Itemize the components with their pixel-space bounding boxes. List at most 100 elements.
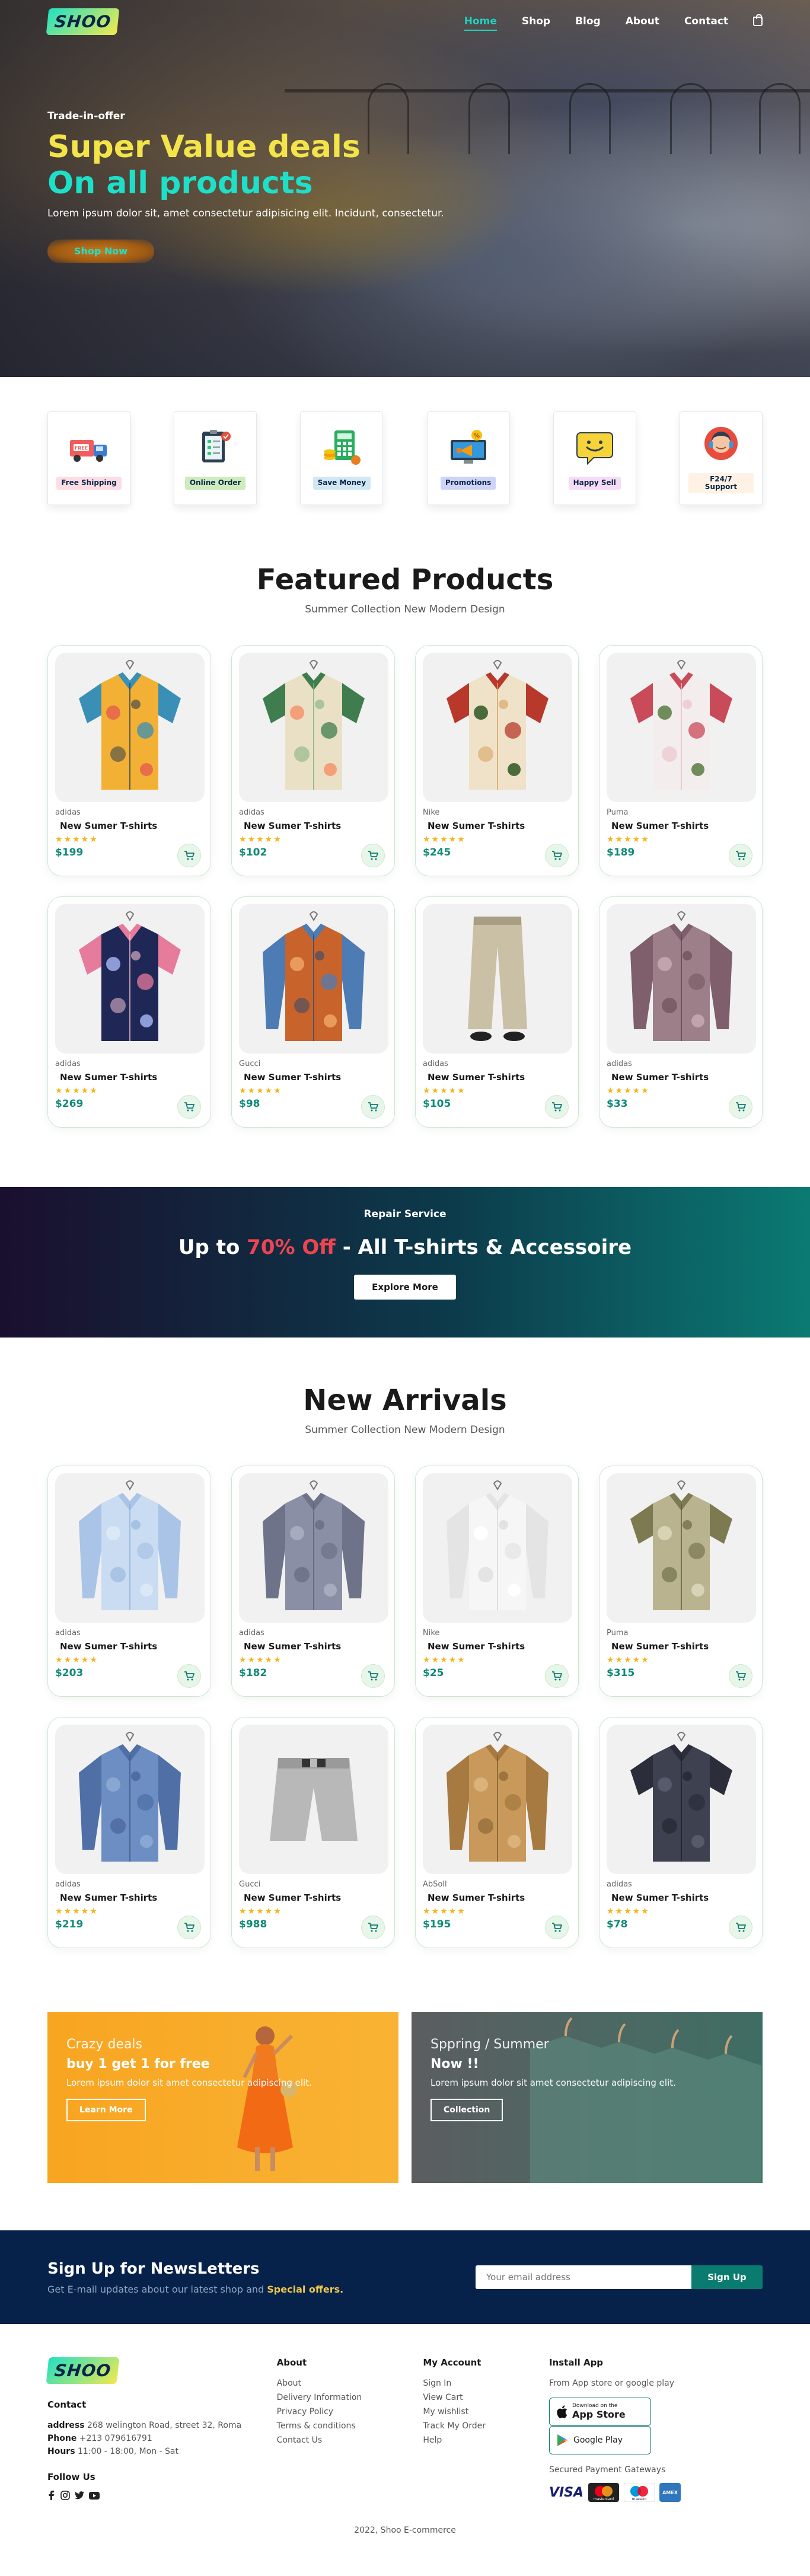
product-image[interactable] <box>55 653 205 802</box>
footer-link-terms[interactable]: Terms & conditions <box>277 2421 419 2431</box>
add-to-cart-button[interactable] <box>729 844 752 867</box>
product-image[interactable] <box>55 1725 205 1874</box>
star-rating-icon: ★★★★★ <box>55 1655 98 1665</box>
product-brand: adidas <box>239 808 264 817</box>
learn-more-button[interactable]: Learn More <box>66 2099 146 2121</box>
nav-link-home[interactable]: Home <box>464 15 498 31</box>
product-card[interactable]: adidas New Sumer T-shirts ★★★★★ $199 <box>47 645 211 876</box>
shop-now-button[interactable]: Shop Now <box>47 240 154 264</box>
repair-service-banner: Repair Service Up to 70% Off - All T-shi… <box>0 1187 810 1338</box>
add-to-cart-button[interactable] <box>177 1916 201 1939</box>
address-value: 268 welington Road, street 32, Roma <box>87 2421 242 2430</box>
cart-icon <box>552 851 562 860</box>
svg-text:%: % <box>474 433 480 439</box>
product-card[interactable]: adidas New Sumer T-shirts ★★★★★ $203 <box>47 1466 211 1697</box>
product-card[interactable]: adidas New Sumer T-shirts ★★★★★ $269 <box>47 896 211 1128</box>
banner-discount: 70% Off <box>247 1236 336 1259</box>
add-to-cart-button[interactable] <box>729 1916 752 1939</box>
facebook-icon[interactable] <box>47 2491 56 2500</box>
explore-more-button[interactable]: Explore More <box>354 1275 456 1300</box>
product-card[interactable]: AbSoll New Sumer T-shirts ★★★★★ $195 <box>415 1717 579 1948</box>
product-card[interactable]: Puma New Sumer T-shirts ★★★★★ $189 <box>599 645 763 876</box>
nav-link-blog[interactable]: Blog <box>575 15 601 27</box>
product-image[interactable] <box>239 904 388 1054</box>
product-card[interactable]: adidas New Sumer T-shirts ★★★★★ $182 <box>231 1466 395 1697</box>
product-image-shirt <box>630 911 732 1041</box>
product-card[interactable]: adidas New Sumer T-shirts ★★★★★ $102 <box>231 645 395 876</box>
footer-link-track-order[interactable]: Track My Order <box>423 2421 545 2431</box>
star-rating-icon: ★★★★★ <box>423 835 466 844</box>
nav-link-shop[interactable]: Shop <box>522 15 550 27</box>
footer-link-view-cart[interactable]: View Cart <box>423 2393 545 2402</box>
feature-happy-sell: Happy Sell <box>553 411 636 505</box>
app-store-badge[interactable]: Download on the App Store <box>548 2398 651 2426</box>
sign-up-button[interactable]: Sign Up <box>691 2265 763 2289</box>
support-agent-icon <box>704 426 738 460</box>
product-image[interactable] <box>239 1725 388 1874</box>
product-card[interactable]: adidas New Sumer T-shirts ★★★★★ $78 <box>599 1717 763 1948</box>
product-image[interactable] <box>239 653 388 802</box>
nav-link-contact[interactable]: Contact <box>684 15 728 27</box>
arrivals-product-grid: adidas New Sumer T-shirts ★★★★★ $203 adi… <box>0 1466 810 1948</box>
footer-logo[interactable]: SHOO <box>46 2357 120 2384</box>
product-image[interactable] <box>607 1473 756 1623</box>
instagram-icon[interactable] <box>60 2491 70 2500</box>
product-image[interactable] <box>423 1473 572 1623</box>
product-card[interactable]: Gucci New Sumer T-shirts ★★★★★ $988 <box>231 1717 395 1948</box>
product-image[interactable] <box>423 653 572 802</box>
footer-link-wishlist[interactable]: My wishlist <box>423 2407 545 2417</box>
add-to-cart-button[interactable] <box>545 1095 569 1119</box>
newsletter-title: Sign Up for NewsLetters <box>47 2259 260 2278</box>
google-play-badge[interactable]: Google Play <box>548 2426 651 2454</box>
product-image[interactable] <box>423 1725 572 1874</box>
product-card[interactable]: Nike New Sumer T-shirts ★★★★★ $25 <box>415 1466 579 1697</box>
nav-link-about[interactable]: About <box>626 15 659 27</box>
product-card[interactable]: adidas New Sumer T-shirts ★★★★★ $33 <box>599 896 763 1128</box>
product-card[interactable]: Gucci New Sumer T-shirts ★★★★★ $98 <box>231 896 395 1128</box>
feature-label: Happy Sell <box>568 477 621 490</box>
collection-button[interactable]: Collection <box>430 2099 503 2121</box>
product-card[interactable]: adidas New Sumer T-shirts ★★★★★ $105 <box>415 896 579 1128</box>
footer-link-sign-in[interactable]: Sign In <box>423 2379 545 2388</box>
product-card[interactable]: Puma New Sumer T-shirts ★★★★★ $315 <box>599 1466 763 1697</box>
add-to-cart-button[interactable] <box>545 1664 569 1688</box>
twitter-icon[interactable] <box>75 2491 84 2500</box>
add-to-cart-button[interactable] <box>361 1664 385 1688</box>
add-to-cart-button[interactable] <box>361 1916 385 1939</box>
product-image-shirt <box>447 1732 548 1862</box>
product-image[interactable] <box>239 1473 388 1623</box>
product-image[interactable] <box>423 904 572 1054</box>
add-to-cart-button[interactable] <box>177 1095 201 1119</box>
product-image[interactable] <box>607 653 756 802</box>
newsletter-form: Sign Up <box>476 2265 763 2289</box>
add-to-cart-button[interactable] <box>361 1095 385 1119</box>
banner-kicker: Repair Service <box>363 1208 447 1220</box>
add-to-cart-button[interactable] <box>545 844 569 867</box>
shopping-bag-icon[interactable] <box>753 14 763 26</box>
footer-link-about[interactable]: About <box>277 2379 419 2388</box>
youtube-icon[interactable] <box>89 2491 100 2500</box>
apple-icon <box>557 2405 567 2418</box>
add-to-cart-button[interactable] <box>361 844 385 867</box>
happy-sell-emoji-icon <box>576 432 613 465</box>
email-input[interactable] <box>476 2265 691 2289</box>
footer-link-privacy[interactable]: Privacy Policy <box>277 2407 419 2417</box>
product-card[interactable]: adidas New Sumer T-shirts ★★★★★ $219 <box>47 1717 211 1948</box>
brand-logo[interactable]: SHOO <box>46 8 120 35</box>
add-to-cart-button[interactable] <box>177 844 201 867</box>
add-to-cart-button[interactable] <box>545 1916 569 1939</box>
footer-link-contact[interactable]: Contact Us <box>277 2435 419 2445</box>
product-image[interactable] <box>55 1473 205 1623</box>
product-card[interactable]: Nike New Sumer T-shirts ★★★★★ $245 <box>415 645 579 876</box>
add-to-cart-button[interactable] <box>177 1664 201 1688</box>
product-image[interactable] <box>55 904 205 1054</box>
add-to-cart-button[interactable] <box>729 1664 752 1688</box>
product-image[interactable] <box>607 1725 756 1874</box>
cart-icon <box>736 1102 746 1112</box>
footer-link-delivery[interactable]: Delivery Information <box>277 2393 419 2402</box>
footer-link-help[interactable]: Help <box>423 2435 545 2445</box>
add-to-cart-button[interactable] <box>729 1095 752 1119</box>
cart-icon <box>184 851 194 860</box>
contact-address: address 268 welington Road, street 32, R… <box>47 2421 273 2430</box>
product-image[interactable] <box>607 904 756 1054</box>
